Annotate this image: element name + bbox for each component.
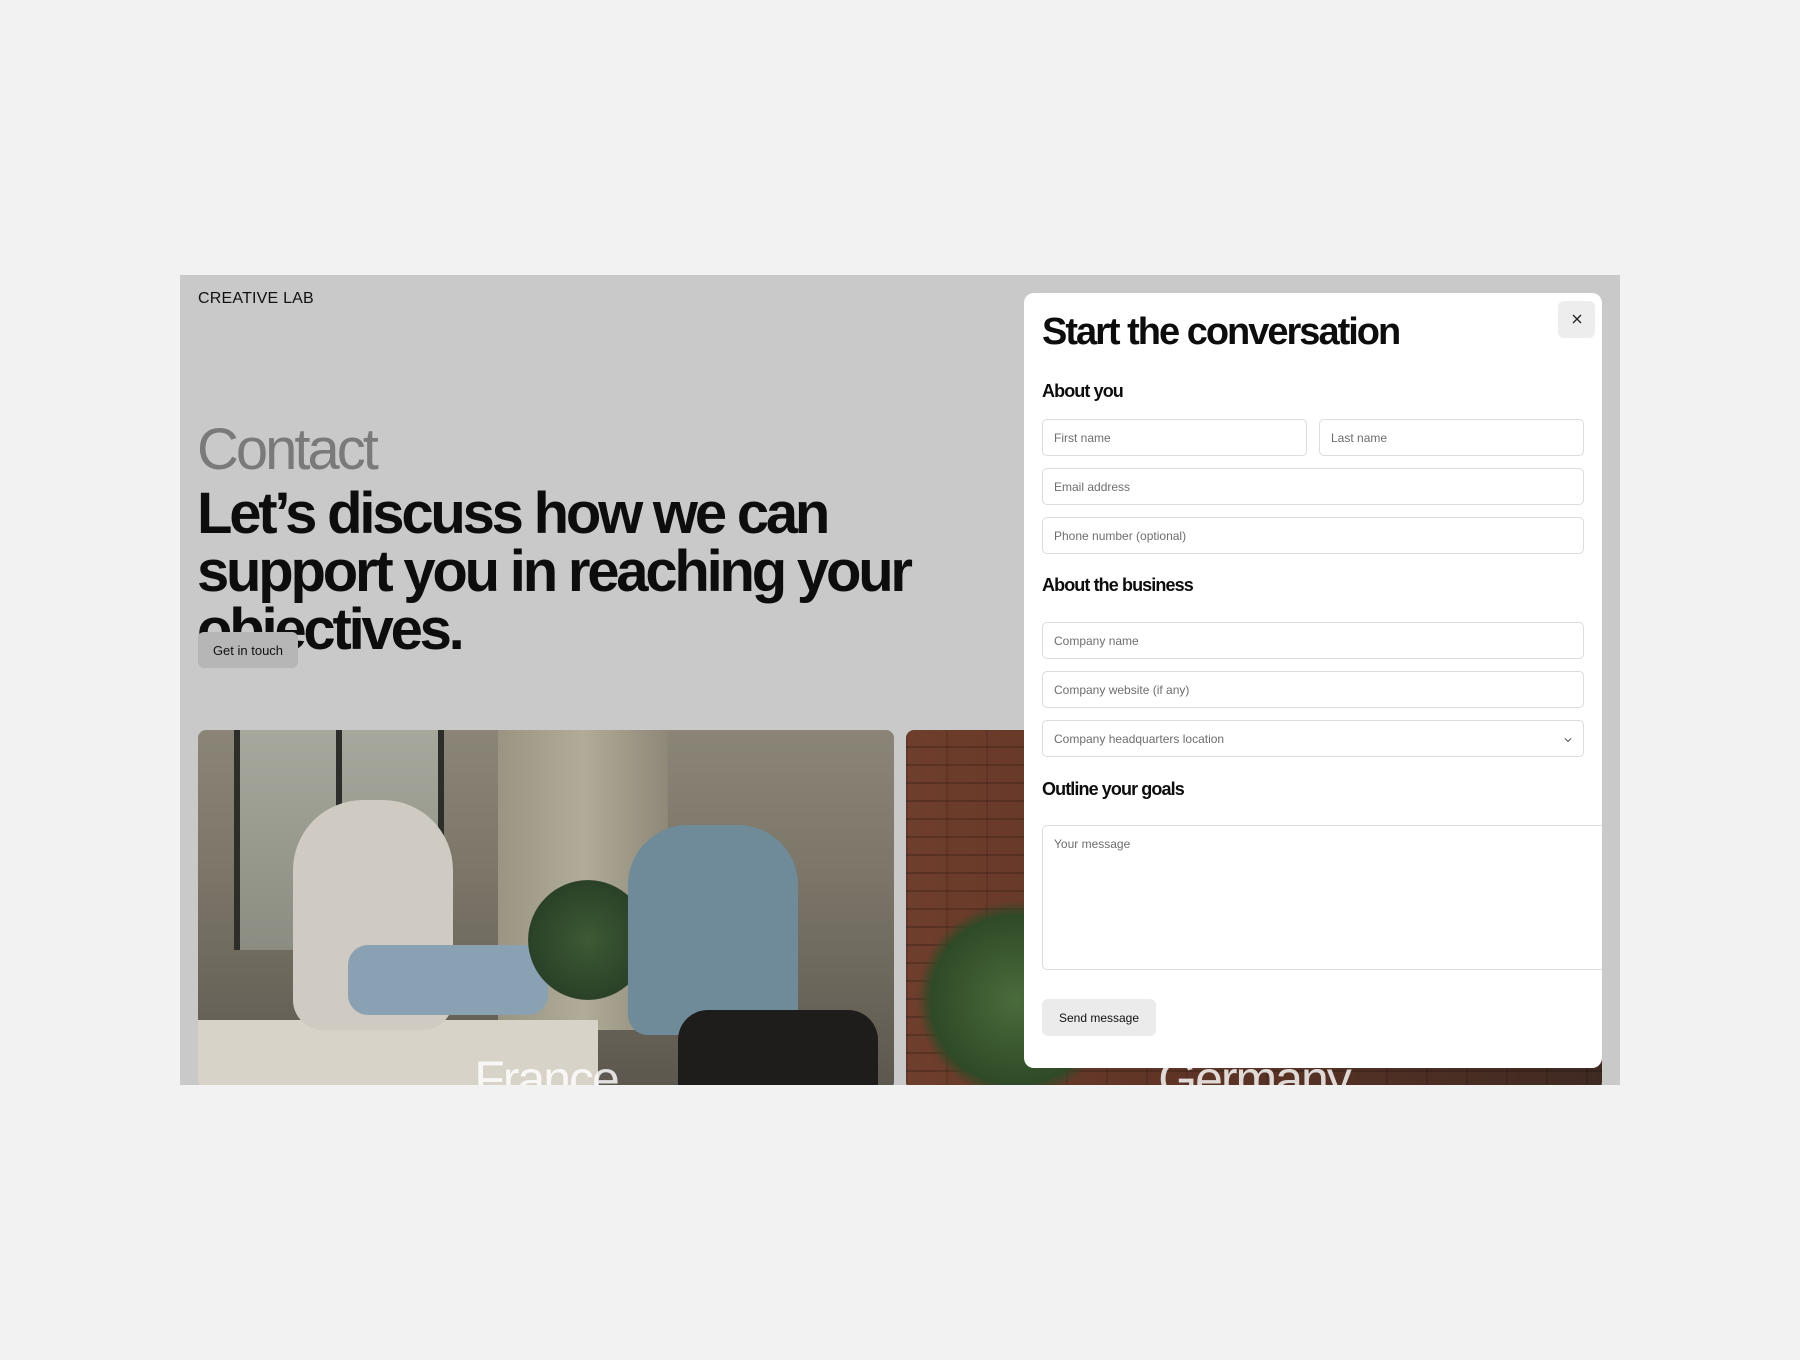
hq-location-placeholder: Company headquarters location <box>1054 731 1225 746</box>
section-title-about-you: About you <box>1042 381 1124 401</box>
photo-person <box>628 825 798 1035</box>
last-name-field[interactable] <box>1319 419 1584 456</box>
contact-modal: Start the conversation About you About t… <box>1024 293 1602 1068</box>
hero-headline: Let’s discuss how we can support you in … <box>197 481 913 662</box>
phone-field[interactable] <box>1042 517 1584 554</box>
get-in-touch-button[interactable]: Get in touch <box>198 632 298 668</box>
hq-location-select[interactable]: Company headquarters location <box>1042 720 1584 757</box>
page-eyebrow: Contact <box>197 417 379 482</box>
send-message-button[interactable]: Send message <box>1042 999 1156 1036</box>
modal-title: Start the conversation <box>1042 311 1401 353</box>
company-website-field[interactable] <box>1042 671 1584 708</box>
company-name-field[interactable] <box>1042 622 1584 659</box>
email-field[interactable] <box>1042 468 1584 505</box>
section-title-about-business: About the business <box>1042 575 1194 595</box>
chevron-down-icon <box>1564 730 1572 748</box>
brand-logo[interactable]: CREATIVE LAB <box>198 290 314 308</box>
message-textarea[interactable] <box>1042 825 1602 970</box>
section-title-goals: Outline your goals <box>1042 779 1185 799</box>
first-name-field[interactable] <box>1042 419 1307 456</box>
close-button[interactable] <box>1558 301 1595 338</box>
close-icon <box>1572 312 1582 327</box>
photo-person-legs <box>348 945 548 1015</box>
location-label: France <box>474 1051 620 1085</box>
location-card-france[interactable]: France <box>198 730 894 1085</box>
